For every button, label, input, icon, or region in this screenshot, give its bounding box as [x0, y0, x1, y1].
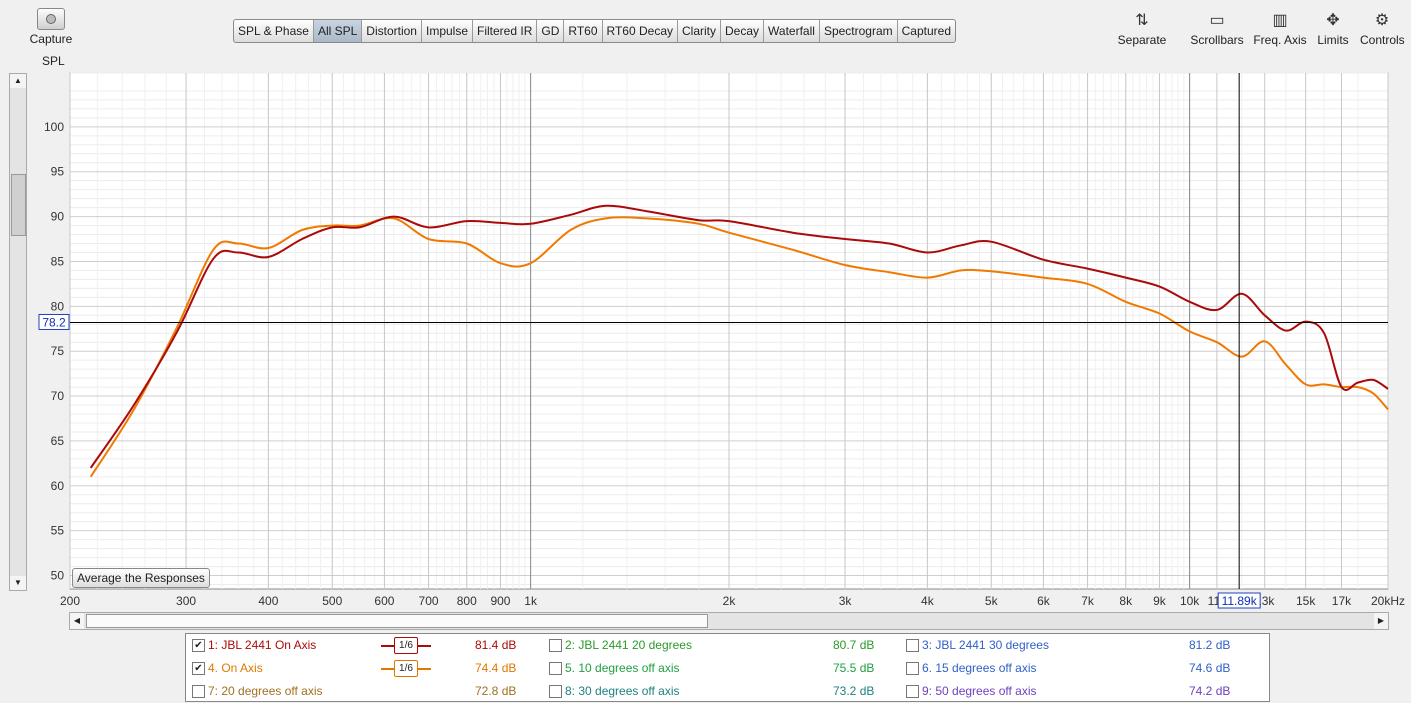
- y-tick-label: 90: [51, 210, 65, 224]
- x-tick-label: 8k: [1119, 594, 1133, 608]
- measurement-level-value: 73.2 dB: [833, 684, 875, 698]
- cursor-y-readout: 78.2: [42, 315, 66, 329]
- measurement-name[interactable]: 1: JBL 2441 On Axis: [208, 638, 316, 652]
- y-tick-label: 80: [51, 299, 65, 313]
- measurement-name[interactable]: 2: JBL 2441 20 degrees: [565, 638, 692, 652]
- spl-chart[interactable]: 50 55 60 65 70 75 80 85 90 95 100 200 300 400 500 600 70…: [0, 0, 1411, 612]
- measurement-name[interactable]: 6. 15 degrees off axis: [922, 661, 1037, 675]
- x-tick-label: 15k: [1296, 594, 1316, 608]
- x-tick-label: 9k: [1153, 594, 1167, 608]
- measurement-checkbox[interactable]: ✔: [192, 662, 205, 675]
- measurement-checkbox[interactable]: [906, 639, 919, 652]
- y-tick-label: 50: [51, 569, 65, 583]
- y-tick-label: 70: [51, 389, 65, 403]
- average-responses-button[interactable]: Average the Responses: [72, 568, 210, 588]
- measurement-checkbox[interactable]: ✔: [192, 639, 205, 652]
- x-tick-label: 1k: [524, 594, 538, 608]
- x-tick-label: 20kHz: [1371, 594, 1405, 608]
- y-tick-label: 60: [51, 479, 65, 493]
- measurement-name[interactable]: 7: 20 degrees off axis: [208, 684, 323, 698]
- measurement-name[interactable]: 4. On Axis: [208, 661, 263, 675]
- x-tick-label: 800: [457, 594, 477, 608]
- x-tick-label: 700: [419, 594, 439, 608]
- measurement-checkbox[interactable]: [549, 639, 562, 652]
- smoothing-badge[interactable]: 1/6: [394, 637, 418, 654]
- y-tick-label: 100: [44, 120, 64, 134]
- measurement-level-value: 74.6 dB: [1189, 661, 1231, 675]
- x-tick-label: 17k: [1332, 594, 1352, 608]
- y-tick-label: 95: [51, 165, 65, 179]
- y-tick-label: 85: [51, 254, 65, 268]
- measurement-level-value: 81.4 dB: [475, 638, 517, 652]
- measurement-checkbox[interactable]: [549, 662, 562, 675]
- x-tick-label: 300: [176, 594, 196, 608]
- legend-row: ✔ 1: JBL 2441 On Axis 1/6 81.4 dB 2: JBL 244…: [186, 634, 1269, 657]
- x-tick-label: 7k: [1081, 594, 1095, 608]
- x-tick-label: 500: [322, 594, 342, 608]
- measurement-level-value: 74.4 dB: [475, 661, 517, 675]
- x-tick-label: 600: [374, 594, 394, 608]
- scroll-left-arrow-icon[interactable]: ◀: [70, 613, 84, 629]
- measurement-name[interactable]: 9: 50 degrees off axis: [922, 684, 1037, 698]
- x-tick-label: 10k: [1180, 594, 1200, 608]
- measurement-checkbox[interactable]: [906, 662, 919, 675]
- scroll-right-arrow-icon[interactable]: ▶: [1374, 613, 1388, 629]
- measurement-name[interactable]: 3: JBL 2441 30 degrees: [922, 638, 1049, 652]
- measurement-level-value: 74.2 dB: [1189, 684, 1231, 698]
- x-tick-label: 4k: [921, 594, 935, 608]
- measurement-checkbox[interactable]: [192, 685, 205, 698]
- horizontal-scrollbar[interactable]: ◀ ▶: [69, 612, 1389, 630]
- x-tick-label: 200: [60, 594, 80, 608]
- horizontal-scroll-thumb[interactable]: [86, 614, 708, 628]
- measurement-level-value: 72.8 dB: [475, 684, 517, 698]
- x-tick-label: 6k: [1037, 594, 1051, 608]
- measurement-name[interactable]: 5. 10 degrees off axis: [565, 661, 680, 675]
- x-tick-label: 400: [258, 594, 278, 608]
- smoothing-badge[interactable]: 1/6: [394, 660, 418, 677]
- legend-row: ✔ 4. On Axis 1/6 74.4 dB 5. 10 degrees off a…: [186, 657, 1269, 680]
- y-tick-label: 55: [51, 524, 65, 538]
- y-tick-label: 75: [51, 344, 65, 358]
- y-tick-label: 65: [51, 434, 65, 448]
- measurement-legend: ✔ 1: JBL 2441 On Axis 1/6 81.4 dB 2: JBL 244…: [185, 633, 1270, 702]
- x-tick-label: 3k: [839, 594, 853, 608]
- measurement-checkbox[interactable]: [549, 685, 562, 698]
- x-tick-label: 2k: [723, 594, 737, 608]
- cursor-x-readout: 11.89k: [1222, 594, 1258, 608]
- measurement-name[interactable]: 8: 30 degrees off axis: [565, 684, 680, 698]
- measurement-level-value: 80.7 dB: [833, 638, 875, 652]
- measurement-level-value: 75.5 dB: [833, 661, 875, 675]
- measurement-level-value: 81.2 dB: [1189, 638, 1231, 652]
- measurement-checkbox[interactable]: [906, 685, 919, 698]
- x-tick-label: 900: [490, 594, 510, 608]
- x-tick-label: 5k: [985, 594, 999, 608]
